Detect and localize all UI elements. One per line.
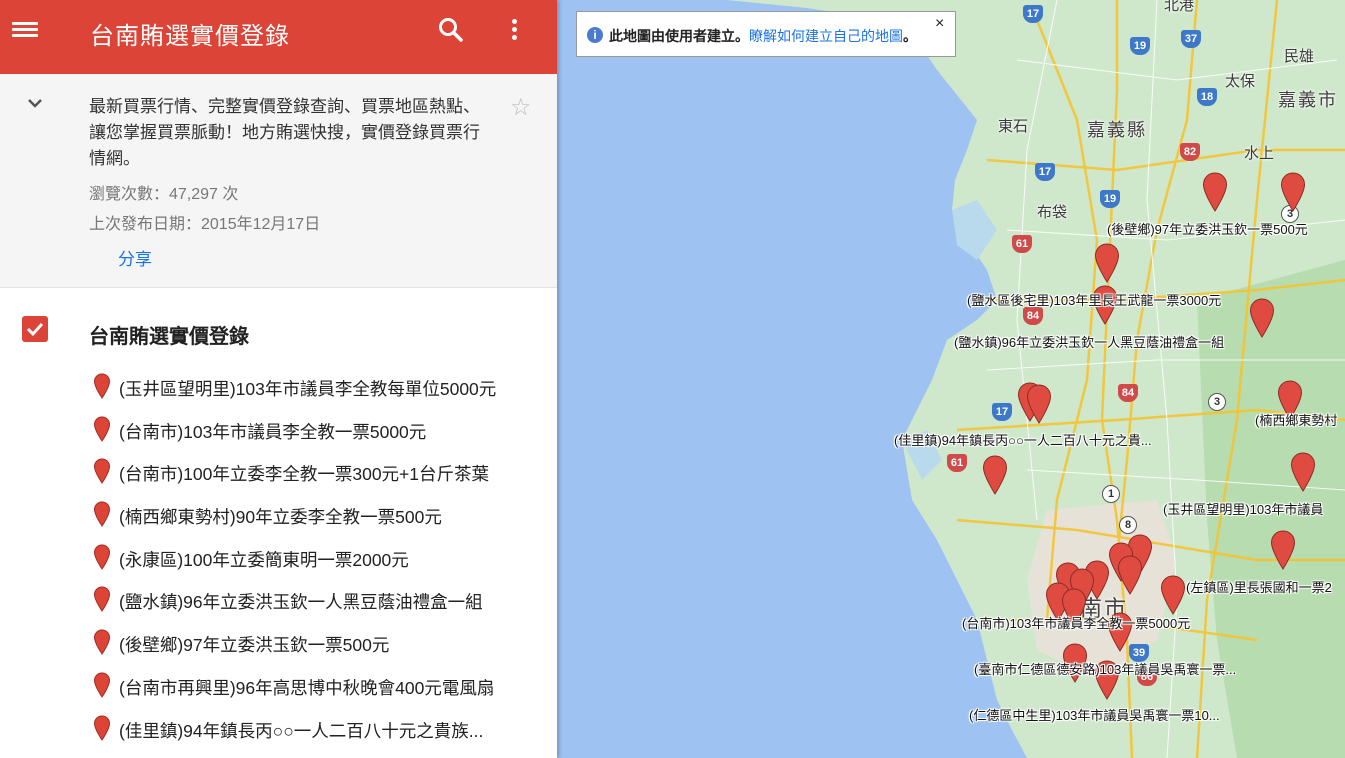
app-bar: 台南賄選實價登錄 bbox=[0, 0, 557, 74]
place-label: 北港 bbox=[1164, 0, 1195, 14]
publish-date: 上次發布日期：2015年12月17日 bbox=[89, 216, 321, 233]
marker-label: (後壁鄉)97年立委洪玉欽一票500元 bbox=[1107, 222, 1308, 237]
chevron-down-icon[interactable] bbox=[24, 92, 46, 114]
layer-checkbox[interactable] bbox=[22, 316, 48, 342]
user-map-notice: i 此地圖由使用者建立。瞭解如何建立自己的地圖。 × bbox=[576, 11, 956, 57]
share-link[interactable]: 分享 bbox=[118, 245, 152, 270]
star-icon[interactable]: ☆ bbox=[510, 96, 532, 120]
route-shield: 17 bbox=[1023, 5, 1043, 23]
map-marker[interactable] bbox=[1270, 530, 1296, 570]
layer-title: 台南賄選實價登錄 bbox=[89, 326, 249, 348]
map-pin-icon bbox=[93, 373, 111, 399]
place-label: 嘉義縣 bbox=[1087, 120, 1147, 140]
info-icon: i bbox=[587, 27, 603, 43]
close-icon[interactable]: × bbox=[935, 15, 944, 33]
route-shield: 8 bbox=[1119, 516, 1137, 534]
list-item[interactable]: (後壁鄉)97年立委洪玉欽一票500元 bbox=[0, 620, 557, 663]
map-marker[interactable] bbox=[1117, 555, 1143, 595]
marker-label: (楠西鄉東勢村 bbox=[1255, 413, 1338, 428]
map-pin-icon bbox=[93, 586, 111, 613]
marker-label: (臺南市仁德區德安路)103年議員吳禹寰一票... bbox=[974, 662, 1237, 677]
list-item[interactable]: (台南市)100年立委李全教一票300元+1台斤茶葉 bbox=[0, 449, 557, 492]
route-shield: 61 bbox=[947, 454, 967, 472]
map-marker[interactable] bbox=[1249, 298, 1275, 338]
map-pin-icon bbox=[93, 672, 111, 698]
map-marker[interactable] bbox=[1160, 575, 1186, 615]
list-item-label: (台南市再興里)96年高思博中秋晚會400元電風扇 bbox=[119, 677, 495, 698]
place-label: 布袋 bbox=[1037, 204, 1068, 221]
route-shield: 17 bbox=[992, 403, 1012, 421]
list-item-label: (後壁鄉)97年立委洪玉欽一票500元 bbox=[119, 635, 390, 656]
map-description: 最新買票行情、完整實價登錄查詢、買票地區熱點、讓您掌握買票脈動！地方賄選快搜，實… bbox=[89, 97, 480, 168]
route-shield: 3 bbox=[1208, 393, 1226, 411]
marker-label: (佳里鎮)94年鎮長丙○○一人二百八十元之貴... bbox=[894, 433, 1152, 448]
list-item[interactable]: (佳里鎮)94年鎮長丙○○一人二百八十元之貴族... bbox=[0, 706, 557, 749]
list-item[interactable]: (永康區)100年立委簡東明一票2000元 bbox=[0, 535, 557, 578]
map-legend-panel: 台南賄選實價登錄 最新買票行情、完整實價登錄查詢、買票地區熱點、讓您掌握買票脈動… bbox=[0, 0, 557, 758]
map-marker[interactable] bbox=[1026, 384, 1052, 424]
notice-suffix: 。 bbox=[903, 28, 917, 44]
route-shield: 61 bbox=[1012, 235, 1032, 253]
list-item[interactable]: (玉井區望明里)103年市議員李全教每單位5000元 bbox=[0, 364, 557, 407]
layer-item-list: (玉井區望明里)103年市議員李全教每單位5000元 (台南市)103年市議員李… bbox=[0, 364, 557, 748]
place-label: 太保 bbox=[1225, 73, 1256, 90]
place-label: 嘉義市 bbox=[1278, 90, 1338, 110]
map-canvas[interactable]: 17 19 37 18 82 17 19 61 84 84 17 61 3 3 … bbox=[557, 0, 1345, 758]
marker-label: (台南市)103年市議員李全教一票5000元 bbox=[962, 616, 1191, 631]
map-pin-icon bbox=[93, 501, 111, 527]
map-info-section: 最新買票行情、完整實價登錄查詢、買票地區熱點、讓您掌握買票脈動！地方賄選快搜，實… bbox=[0, 74, 557, 288]
map-pin-icon bbox=[93, 458, 111, 485]
list-item-label: (鹽水鎮)96年立委洪玉欽一人黑豆蔭油禮盒一組 bbox=[119, 592, 483, 613]
route-shield: 19 bbox=[1100, 190, 1120, 208]
list-item-label: (佳里鎮)94年鎮長丙○○一人二百八十元之貴族... bbox=[119, 720, 484, 741]
map-marker[interactable] bbox=[982, 455, 1008, 495]
place-label: 水上 bbox=[1244, 145, 1275, 162]
map-title: 台南賄選實價登錄 bbox=[90, 23, 290, 50]
search-icon[interactable] bbox=[437, 16, 465, 44]
marker-label: (左鎮區)里長張國和一票2 bbox=[1186, 580, 1332, 595]
list-item-label: (台南市)100年立委李全教一票300元+1台斤茶葉 bbox=[119, 464, 490, 485]
map-pin-icon bbox=[93, 629, 111, 656]
marker-label: (玉井區望明里)103年市議員 bbox=[1163, 502, 1324, 517]
place-label: 民雄 bbox=[1284, 48, 1315, 65]
route-shield: 17 bbox=[1035, 163, 1055, 181]
map-marker[interactable] bbox=[1094, 243, 1120, 283]
route-shield: 82 bbox=[1180, 143, 1200, 161]
map-pin-icon bbox=[93, 416, 111, 442]
list-item[interactable]: (台南市再興里)96年高思博中秋晚會400元電風扇 bbox=[0, 663, 557, 706]
route-shield: 19 bbox=[1130, 37, 1150, 55]
view-count: 瀏覽次數：47,297 次 bbox=[89, 186, 239, 203]
route-shield: 18 bbox=[1197, 88, 1217, 106]
marker-label: (鹽水鎮)96年立委洪玉欽一人黑豆蔭油禮盒一組 bbox=[954, 335, 1225, 350]
map-pin-icon bbox=[93, 714, 111, 741]
list-item-label: (永康區)100年立委簡東明一票2000元 bbox=[119, 549, 409, 570]
map-terrain bbox=[727, 0, 1345, 758]
notice-message: 此地圖由使用者建立。 bbox=[609, 28, 749, 44]
map-marker[interactable] bbox=[1290, 452, 1316, 492]
route-shield: 37 bbox=[1181, 30, 1201, 48]
app-root: 台南賄選實價登錄 最新買票行情、完整實價登錄查詢、買票地區熱點、讓您掌握買票脈動… bbox=[0, 0, 1345, 758]
menu-icon[interactable] bbox=[12, 19, 38, 45]
marker-label: (鹽水區後宅里)103年里長王武龍一票3000元 bbox=[967, 293, 1222, 308]
list-item-label: (玉井區望明里)103年市議員李全教每單位5000元 bbox=[119, 379, 497, 399]
map-marker[interactable] bbox=[1202, 172, 1228, 212]
list-item-label: (楠西鄉東勢村)90年立委李全教一票500元 bbox=[119, 507, 442, 528]
notice-text: 此地圖由使用者建立。瞭解如何建立自己的地圖。 bbox=[609, 26, 917, 46]
map-marker[interactable] bbox=[1280, 172, 1306, 212]
more-options-icon[interactable] bbox=[503, 16, 525, 44]
marker-label: (仁德區中生里)103年市議員吳禹寰一票10... bbox=[969, 708, 1220, 723]
learn-create-map-link[interactable]: 瞭解如何建立自己的地圖 bbox=[749, 28, 903, 44]
map-pin-icon bbox=[93, 544, 111, 570]
list-item-label: (台南市)103年市議員李全教一票5000元 bbox=[119, 421, 427, 442]
route-shield: 84 bbox=[1118, 384, 1138, 402]
list-item[interactable]: (鹽水鎮)96年立委洪玉欽一人黑豆蔭油禮盒一組 bbox=[0, 577, 557, 620]
list-item[interactable]: (台南市)103年市議員李全教一票5000元 bbox=[0, 407, 557, 450]
list-item[interactable]: (楠西鄉東勢村)90年立委李全教一票500元 bbox=[0, 492, 557, 535]
place-label: 東石 bbox=[998, 118, 1029, 135]
route-shield: 1 bbox=[1102, 485, 1120, 503]
route-shield: 84 bbox=[1023, 307, 1043, 325]
